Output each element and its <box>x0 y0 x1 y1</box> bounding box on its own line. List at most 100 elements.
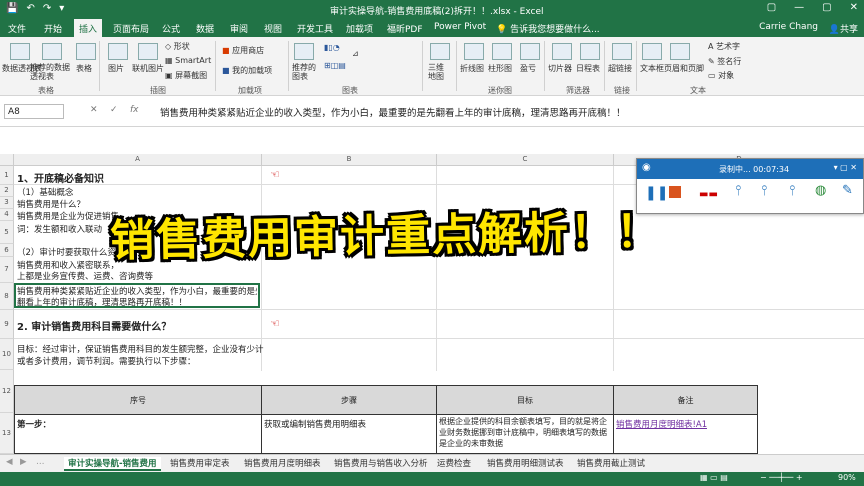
cell-step-name[interactable]: 获取或编制销售费用明细表 <box>264 418 366 430</box>
sheet-prev-icon[interactable]: ◀ <box>6 457 13 467</box>
row-header[interactable]: 10 <box>0 339 14 370</box>
insert-function-icon[interactable]: fx <box>130 105 139 115</box>
recorder-window-controls-icon[interactable]: ▾ ▢ ✕ <box>834 163 857 172</box>
undo-icon[interactable]: ↶ <box>26 3 34 14</box>
table-header-note[interactable]: 备注 <box>613 385 758 415</box>
pause-icon[interactable]: ❚❚ <box>645 185 668 201</box>
cell-a10[interactable]: 目标：经过审计，保证销售费用科目的发生额完整，企业没有少计 <box>17 343 264 355</box>
marker-icon[interactable]: ⫯ <box>789 183 795 199</box>
webcam-icon[interactable]: ◍ <box>815 183 826 198</box>
recommended-pivot-icon[interactable] <box>42 43 62 60</box>
sparkline-column-icon[interactable] <box>492 43 512 60</box>
recorder-title-bar[interactable]: ◉ 录制中... 00:07:34 ▾ ▢ ✕ <box>637 159 863 179</box>
tab-insert[interactable]: 插入 <box>74 19 103 37</box>
pictures-button[interactable]: 图片 <box>108 63 124 74</box>
sheet-more-icon[interactable]: … <box>36 457 45 467</box>
cell-a7-line2[interactable]: 上都是业务宣传费、运费、咨询费等 <box>17 270 153 282</box>
object-button[interactable]: ▭ 对象 <box>708 70 734 81</box>
row-header[interactable]: 3 <box>0 197 14 209</box>
tab-power-pivot[interactable]: Power Pivot <box>434 22 486 32</box>
sheet-tab[interactable]: 销售费用与销售收入分析 <box>334 457 428 469</box>
smartart-button[interactable]: ▦ SmartArt <box>165 56 211 65</box>
timeline-icon[interactable] <box>580 43 600 60</box>
customize-qat-icon[interactable]: ▾ <box>59 3 64 14</box>
formula-content[interactable]: 销售费用种类紧紧贴近企业的收入类型，作为小白，最重要的是先翻看上年的审计底稿，理… <box>160 105 626 119</box>
ribbon-display-icon[interactable]: ▢ <box>767 2 776 13</box>
cell-a3[interactable]: 销售费用是什么？ <box>17 198 85 210</box>
zoom-level[interactable]: 90% <box>838 473 856 482</box>
column-header-a[interactable]: A <box>14 154 262 166</box>
enter-icon[interactable]: ✓ <box>110 105 118 115</box>
sparkline-winloss-icon[interactable] <box>520 43 540 60</box>
recommended-charts-button[interactable]: 推荐的图表 <box>292 63 318 81</box>
table-header-step[interactable]: 步骤 <box>261 385 437 415</box>
zoom-slider[interactable]: − ──┼── + <box>760 473 803 482</box>
row-header[interactable]: 13 <box>0 413 14 454</box>
cell-step-goal-line2[interactable]: 业财务数据挪到审计底稿中，明细表填写的数据 <box>439 427 607 438</box>
cell-a2[interactable]: （1）基础概念 <box>17 186 73 198</box>
chart-types-icons[interactable]: ▮▯◔ <box>324 43 340 52</box>
view-mode-icons[interactable]: ▦ ▭ ▤ <box>700 473 728 482</box>
shapes-button[interactable]: ◇ 形状 <box>165 41 190 52</box>
maximize-button[interactable]: ▢ <box>822 2 831 13</box>
cell-step-index[interactable]: 第一步： <box>17 418 51 430</box>
timeline-button[interactable]: 日程表 <box>576 63 600 74</box>
minimize-button[interactable]: — <box>794 2 804 13</box>
cell-step-goal-line3[interactable]: 是企业的未审数据 <box>439 438 503 449</box>
online-pictures-button[interactable]: 联机图片 <box>132 63 164 74</box>
row-header[interactable]: 4 <box>0 209 14 221</box>
slicer-button[interactable]: 切片器 <box>548 63 572 74</box>
sparkline-column-button[interactable]: 柱形图 <box>488 63 512 74</box>
sparkline-line-icon[interactable] <box>464 43 484 60</box>
slicer-icon[interactable] <box>552 43 572 60</box>
row-header[interactable]: 12 <box>0 370 14 413</box>
cell-step-goal-line1[interactable]: 根据企业提供的科目余额表填写，目的就是将企 <box>439 416 607 427</box>
redo-icon[interactable]: ↷ <box>43 3 51 14</box>
table-button[interactable]: 表格 <box>76 63 92 74</box>
close-button[interactable]: ✕ <box>850 2 858 13</box>
signature-line-button[interactable]: ✎ 签名行 <box>708 56 741 67</box>
sheet-tab[interactable]: 销售费用审定表 <box>170 457 230 469</box>
header-footer-icon[interactable] <box>670 43 690 60</box>
pen-icon[interactable]: ⫯ <box>761 183 767 199</box>
sheet-tab[interactable]: 销售费用月度明细表 <box>244 457 321 469</box>
tab-home[interactable]: 开始 <box>44 22 62 35</box>
user-name[interactable]: Carrie Chang <box>759 22 818 32</box>
recommended-pivot-button[interactable]: 推荐的数据透视表 <box>30 63 74 81</box>
tab-review[interactable]: 审阅 <box>230 22 248 35</box>
sheet-tab[interactable]: 销售费用明细测试表 <box>487 457 564 469</box>
store-button[interactable]: ■ 应用商店 <box>222 45 264 56</box>
pin-icon[interactable]: ⫯ <box>735 183 741 199</box>
pictures-icon[interactable] <box>108 43 128 60</box>
sheet-next-icon[interactable]: ▶ <box>20 457 27 467</box>
table-icon[interactable] <box>76 43 96 60</box>
column-header-c[interactable]: C <box>437 154 614 166</box>
row-header[interactable]: 7 <box>0 257 14 283</box>
tab-page-layout[interactable]: 页面布局 <box>113 22 149 35</box>
row-header[interactable]: 8 <box>0 283 14 310</box>
cell-a9[interactable]: 2. 审计销售费用科目需要做什么？ <box>17 318 171 333</box>
chart-types-icons-2[interactable]: ⊞◫▤ <box>324 61 346 70</box>
pivot-chart-icon[interactable]: ⊿ <box>352 49 359 58</box>
tab-view[interactable]: 视图 <box>264 22 282 35</box>
pivot-table-icon[interactable] <box>10 43 30 60</box>
cell-step-note-link[interactable]: 销售费用月度明细表!A1 <box>616 418 707 430</box>
textbox-icon[interactable] <box>642 43 662 60</box>
row-header[interactable]: 6 <box>0 244 14 257</box>
table-header-goal[interactable]: 目标 <box>436 385 614 415</box>
header-footer-button[interactable]: 页眉和页脚 <box>664 63 704 74</box>
save-icon[interactable]: 💾 <box>6 3 18 14</box>
cancel-icon[interactable]: ✕ <box>90 105 98 115</box>
hand-pointer-icon[interactable]: ☜ <box>270 317 280 330</box>
name-box[interactable]: A8 <box>4 104 64 119</box>
online-pictures-icon[interactable] <box>138 43 158 60</box>
tab-data[interactable]: 数据 <box>196 22 214 35</box>
cell-a5[interactable]: 词：发生额和收入联动 <box>17 223 102 235</box>
audio-level-icon[interactable]: ▬▬ <box>699 189 718 200</box>
hyperlink-button[interactable]: 超链接 <box>608 63 632 74</box>
hyperlink-icon[interactable] <box>612 43 632 60</box>
hand-pointer-icon[interactable]: ☜ <box>270 168 280 181</box>
cell-a8-line2[interactable]: 翻看上年的审计底稿，理清思路再开底稿！！ <box>17 296 187 308</box>
sheet-tab[interactable]: 销售费用截止测试 <box>577 457 645 469</box>
textbox-button[interactable]: 文本框 <box>640 63 664 74</box>
